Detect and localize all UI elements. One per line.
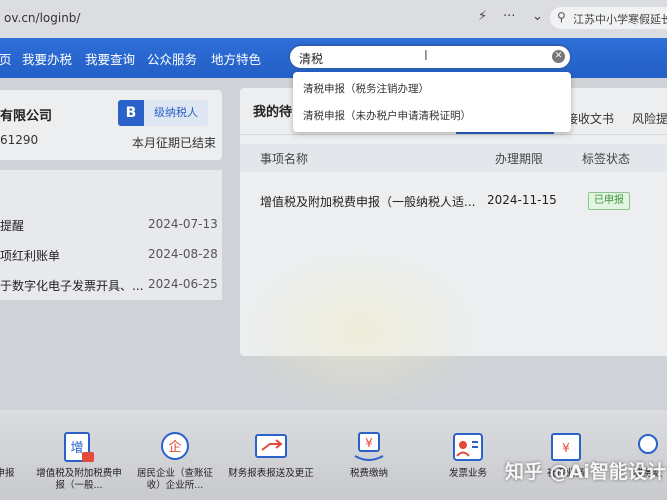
column-header-status: 标签状态 (582, 152, 631, 166)
text-cursor-icon: I (424, 49, 428, 64)
nav-item-public-service[interactable]: 公众服务 (147, 49, 197, 68)
tab-risk-alert[interactable]: 风险提 (632, 110, 667, 127)
period-status: 本月征期已结束 (132, 136, 217, 150)
bolt-icon[interactable]: ⚡ (478, 9, 487, 24)
service-label: 财务报表报送及更正 (228, 468, 314, 479)
status-badge: 已申报 (588, 192, 630, 210)
service-label: 税费缴纳 (349, 468, 388, 479)
browser-toolbar: ov.cn/loginb/ ⚡ ··· ⌄ ⚲ 江苏中小学寒假延长 (0, 0, 667, 39)
notice-title: 于数字化电子发票开具、... (0, 279, 144, 293)
page: ov.cn/loginb/ ⚡ ··· ⌄ ⚲ 江苏中小学寒假延长 页 我要办税… (0, 0, 667, 500)
notice-list: 提醒 2024-07-13 项红利账单 2024-08-28 于数字化电子发票开… (0, 170, 222, 300)
enterprise-icon: 企 (161, 432, 189, 460)
svg-text:¥: ¥ (365, 436, 373, 450)
service-label: 居民企业（查账征收）企业所... (136, 468, 213, 491)
browser-search-box[interactable]: ⚲ 江苏中小学寒假延长 (550, 7, 667, 29)
clear-icon[interactable]: ✕ (552, 50, 565, 63)
credit-grade-label: 级纳税人 (144, 100, 208, 126)
screen-glare (240, 250, 480, 410)
invoice-icon (453, 433, 483, 461)
company-card: 有限公司 61290 B 级纳税人 本月征期已结束 (0, 90, 222, 160)
watermark: 知乎 @Ai智能设计 (505, 461, 666, 483)
credit-grade-badge: B (118, 100, 144, 126)
search-suggestions: 清税申报（税务注销办理） 清税申报（未办税户申请清税证明） (293, 72, 571, 132)
todo-item-deadline: 2024-11-15 (487, 193, 557, 207)
service-label: 增值税及附加税费申报（一般... (36, 468, 122, 491)
notice-date: 2024-08-28 (148, 247, 218, 261)
todo-title: 我的待 (253, 105, 293, 120)
svg-text:企: 企 (168, 439, 181, 455)
svg-text:¥: ¥ (562, 441, 570, 455)
nav-item-query[interactable]: 我要查询 (85, 49, 135, 68)
nav-item-tax-handling[interactable]: 我要办税 (22, 49, 72, 68)
notice-date: 2024-06-25 (148, 277, 218, 291)
notice-title: 提醒 (0, 219, 25, 233)
nav-item-local-feature[interactable]: 地方特色 (211, 49, 261, 68)
service-strip: 申报 增 增值税及附加税费申报（一般... 企 居民企业（查账征收）企业所... (0, 410, 667, 500)
chevron-down-icon[interactable]: ⌄ (532, 9, 543, 24)
divider (240, 134, 667, 135)
browser-search-text: 江苏中小学寒假延长 (573, 13, 667, 26)
todo-item-name[interactable]: 增值税及附加税费申报（一般纳税人适... (260, 193, 475, 210)
service-label: 发票业务 (448, 468, 487, 479)
tab-received-documents[interactable]: 接收文书 (566, 110, 614, 127)
column-header-deadline: 办理期限 (495, 152, 544, 166)
vat-increase-icon: 增 (64, 432, 94, 462)
more-icon[interactable]: ··· (503, 9, 515, 24)
search-input[interactable]: 清税 I ✕ (288, 44, 572, 70)
tax-id: 61290 (0, 133, 39, 147)
suggestion-item[interactable]: 清税申报（未办税户申请清税证明） (303, 108, 471, 123)
nav-item-home[interactable]: 页 (0, 49, 12, 68)
tax-payment-icon: ¥ (354, 432, 384, 461)
financial-report-icon (255, 434, 287, 458)
notice-title: 项红利账单 (0, 249, 61, 263)
address-bar[interactable]: ov.cn/loginb/ (4, 11, 80, 25)
svg-text:增: 增 (70, 441, 83, 456)
notice-date: 2024-07-13 (148, 217, 218, 231)
search-input-value: 清税 (299, 52, 324, 66)
search-icon: ⚲ (557, 10, 566, 24)
column-header-name: 事项名称 (260, 152, 309, 166)
table-header: 事项名称 办理期限 标签状态 (240, 144, 667, 172)
suggestion-item[interactable]: 清税申报（税务注销办理） (303, 81, 429, 96)
company-name: 有限公司 (0, 109, 53, 124)
